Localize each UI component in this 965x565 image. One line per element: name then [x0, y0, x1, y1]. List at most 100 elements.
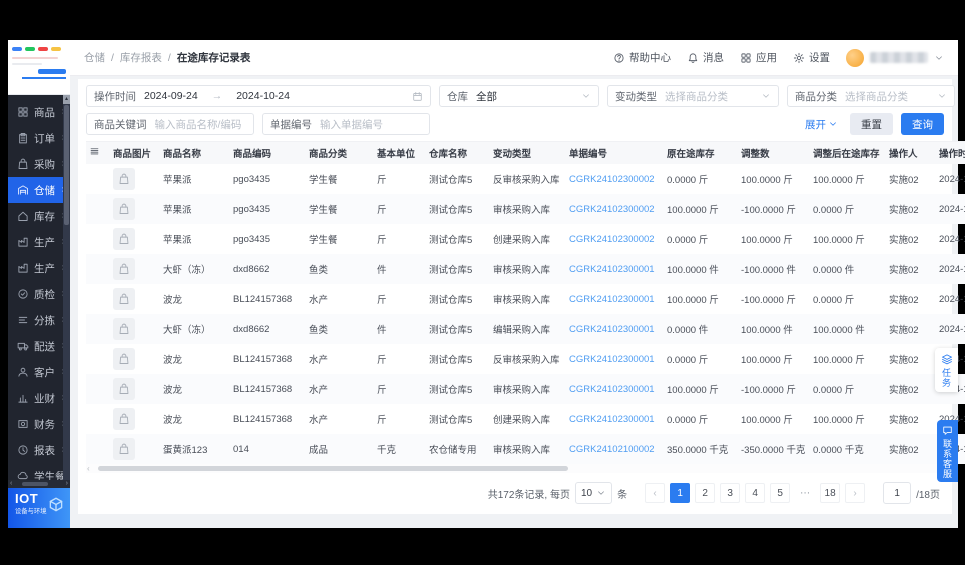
- cell-name: 波龙: [163, 415, 183, 426]
- cell-unit: 斤: [374, 374, 426, 404]
- topnav-bell[interactable]: 消息: [687, 50, 724, 65]
- page-button-5[interactable]: 5: [770, 483, 791, 503]
- sidebar-vertical-scrollbar[interactable]: ▴: [63, 95, 70, 482]
- page-button-3[interactable]: 3: [720, 483, 741, 503]
- cell-before: 0.0000 件: [664, 314, 738, 344]
- sidebar-item-label: 商品: [34, 106, 55, 119]
- expand-filters-link[interactable]: 展开: [805, 117, 838, 132]
- document-number-link[interactable]: CGRK24102300001: [569, 294, 655, 305]
- sidebar-item-生产[interactable]: 生产›: [8, 229, 70, 255]
- category-select[interactable]: 商品分类 选择商品分类: [787, 85, 955, 107]
- sidebar-item-label: 财务: [34, 418, 55, 431]
- service-label: 联系客服: [942, 439, 952, 479]
- cell-name: 波龙: [160, 374, 230, 404]
- scroll-left-icon[interactable]: ‹: [87, 464, 90, 473]
- sidebar-item-库存[interactable]: 库存›: [8, 203, 70, 229]
- scrollbar-thumb[interactable]: [22, 482, 48, 486]
- cell-category: 学生餐: [306, 194, 374, 224]
- sidebar-item-报表[interactable]: 报表›: [8, 437, 70, 463]
- app-logo-thumbnail[interactable]: [8, 40, 70, 95]
- page-size-select[interactable]: 10: [574, 482, 613, 504]
- sidebar-item-订单[interactable]: 订单›: [8, 125, 70, 151]
- scroll-up-caret-icon[interactable]: ▴: [63, 95, 70, 104]
- date-range-picker[interactable]: 操作时间 2024-09-24 → 2024-10-24: [86, 85, 431, 107]
- pagination-bar: 共172条记录, 每页 10 条 ‹ 1 2 3 4 5 ⋯ 18 › 1 /18页: [86, 473, 944, 514]
- doc-number-input[interactable]: 单据编号 输入单据编号: [262, 113, 430, 135]
- table-row: 苹果派 pgo3435 学生餐斤测试仓库5 审核采购入库 CGRK24102300002…: [86, 194, 965, 224]
- cell-img: [110, 344, 160, 374]
- cell-operator: 实施02: [886, 434, 936, 464]
- sidebar-item-分拣[interactable]: 分拣›: [8, 307, 70, 333]
- help-icon: [613, 52, 625, 64]
- sidebar-item-采购[interactable]: 采购›: [8, 151, 70, 177]
- breadcrumb-item[interactable]: 仓储: [84, 50, 105, 65]
- task-float-button[interactable]: 任务: [935, 348, 958, 392]
- cell-category: 学生餐: [309, 175, 338, 186]
- iot-banner[interactable]: IOT 设备与环境: [8, 488, 70, 528]
- document-number-link[interactable]: CGRK24102300002: [569, 174, 655, 185]
- sidebar-item-仓储[interactable]: 仓储›: [8, 177, 70, 203]
- search-button[interactable]: 查询: [901, 113, 944, 135]
- cell-unit: 斤: [377, 235, 387, 246]
- production-icon: [17, 262, 29, 274]
- page-button-2[interactable]: 2: [695, 483, 716, 503]
- cell-category: 鱼类: [306, 314, 374, 344]
- document-number-link[interactable]: CGRK24102300001: [569, 414, 655, 425]
- scroll-right-icon[interactable]: ›: [66, 480, 68, 488]
- page-button-4[interactable]: 4: [745, 483, 766, 503]
- cell-code: BL124157368: [233, 293, 293, 305]
- keyword-input[interactable]: 商品关键词 输入商品名称/编码: [86, 113, 254, 135]
- next-page-button[interactable]: ›: [845, 483, 866, 503]
- scroll-left-icon[interactable]: ‹: [10, 480, 12, 488]
- topnav-help[interactable]: 帮助中心: [613, 50, 671, 65]
- sidebar-item-label: 生产: [34, 236, 55, 249]
- cell-before: 0.0000 斤: [667, 235, 709, 246]
- cell-warehouse: 测试仓库5: [429, 175, 473, 186]
- breadcrumb-item[interactable]: 库存报表: [120, 50, 162, 65]
- page-button-18[interactable]: 18: [820, 483, 841, 503]
- sidebar-item-商品[interactable]: 商品›: [8, 99, 70, 125]
- cell-change_type: 创建采购入库: [493, 235, 551, 246]
- sidebar-item-业财[interactable]: 业财›: [8, 385, 70, 411]
- warehouse-select[interactable]: 仓库 全部: [439, 85, 599, 107]
- sidebar-item-客户[interactable]: 客户›: [8, 359, 70, 385]
- sidebar-item-学生餐[interactable]: 学生餐: [8, 463, 70, 480]
- page-jump-input[interactable]: 1: [883, 482, 912, 504]
- sidebar-item-质检[interactable]: 质检›: [8, 281, 70, 307]
- date-end-value[interactable]: 2024-10-24: [236, 90, 290, 102]
- cell-img: [110, 404, 160, 434]
- date-start-value[interactable]: 2024-09-24: [144, 90, 198, 102]
- document-number-link[interactable]: CGRK24102300002: [569, 234, 655, 245]
- table-horizontal-scrollbar[interactable]: ‹ ›: [86, 464, 948, 473]
- document-number-link[interactable]: CGRK24102300001: [569, 384, 655, 395]
- scrollbar-thumb[interactable]: [98, 466, 568, 471]
- page-button-1[interactable]: 1: [670, 483, 691, 503]
- document-number-link[interactable]: CGRK24102100002: [569, 444, 655, 455]
- calendar-icon[interactable]: [412, 91, 423, 102]
- qc-icon: [17, 288, 29, 300]
- reset-button[interactable]: 重置: [850, 113, 893, 135]
- sidebar-item-财务[interactable]: 财务›: [8, 411, 70, 437]
- column-header-doc_no: 单据编号: [566, 141, 664, 164]
- change-type-select[interactable]: 变动类型 选择商品分类: [607, 85, 779, 107]
- user-menu[interactable]: [846, 48, 944, 67]
- column-header-sel[interactable]: [86, 141, 110, 164]
- sidebar-horizontal-scrollbar[interactable]: ‹ ›: [8, 480, 70, 488]
- sidebar-item-配送[interactable]: 配送›: [8, 333, 70, 359]
- cell-sel: [86, 404, 110, 434]
- prev-page-button[interactable]: ‹: [645, 483, 666, 503]
- product-image-placeholder: [113, 228, 135, 250]
- customer-service-button[interactable]: 联系客服: [937, 420, 958, 482]
- date-range-label: 操作时间: [94, 90, 136, 103]
- columns-settings-icon[interactable]: [89, 146, 100, 157]
- topnav-gear[interactable]: 设置: [793, 50, 830, 65]
- sidebar-item-生产[interactable]: 生产›: [8, 255, 70, 281]
- scrollbar-thumb[interactable]: [64, 105, 69, 225]
- change-type-placeholder: 选择商品分类: [665, 90, 728, 103]
- document-number-link[interactable]: CGRK24102300001: [569, 264, 655, 275]
- document-number-link[interactable]: CGRK24102300001: [569, 354, 655, 365]
- topnav-apps[interactable]: 应用: [740, 50, 777, 65]
- document-number-link[interactable]: CGRK24102300001: [569, 324, 655, 335]
- document-number-link[interactable]: CGRK24102300002: [569, 204, 655, 215]
- cell-category: 水产: [306, 374, 374, 404]
